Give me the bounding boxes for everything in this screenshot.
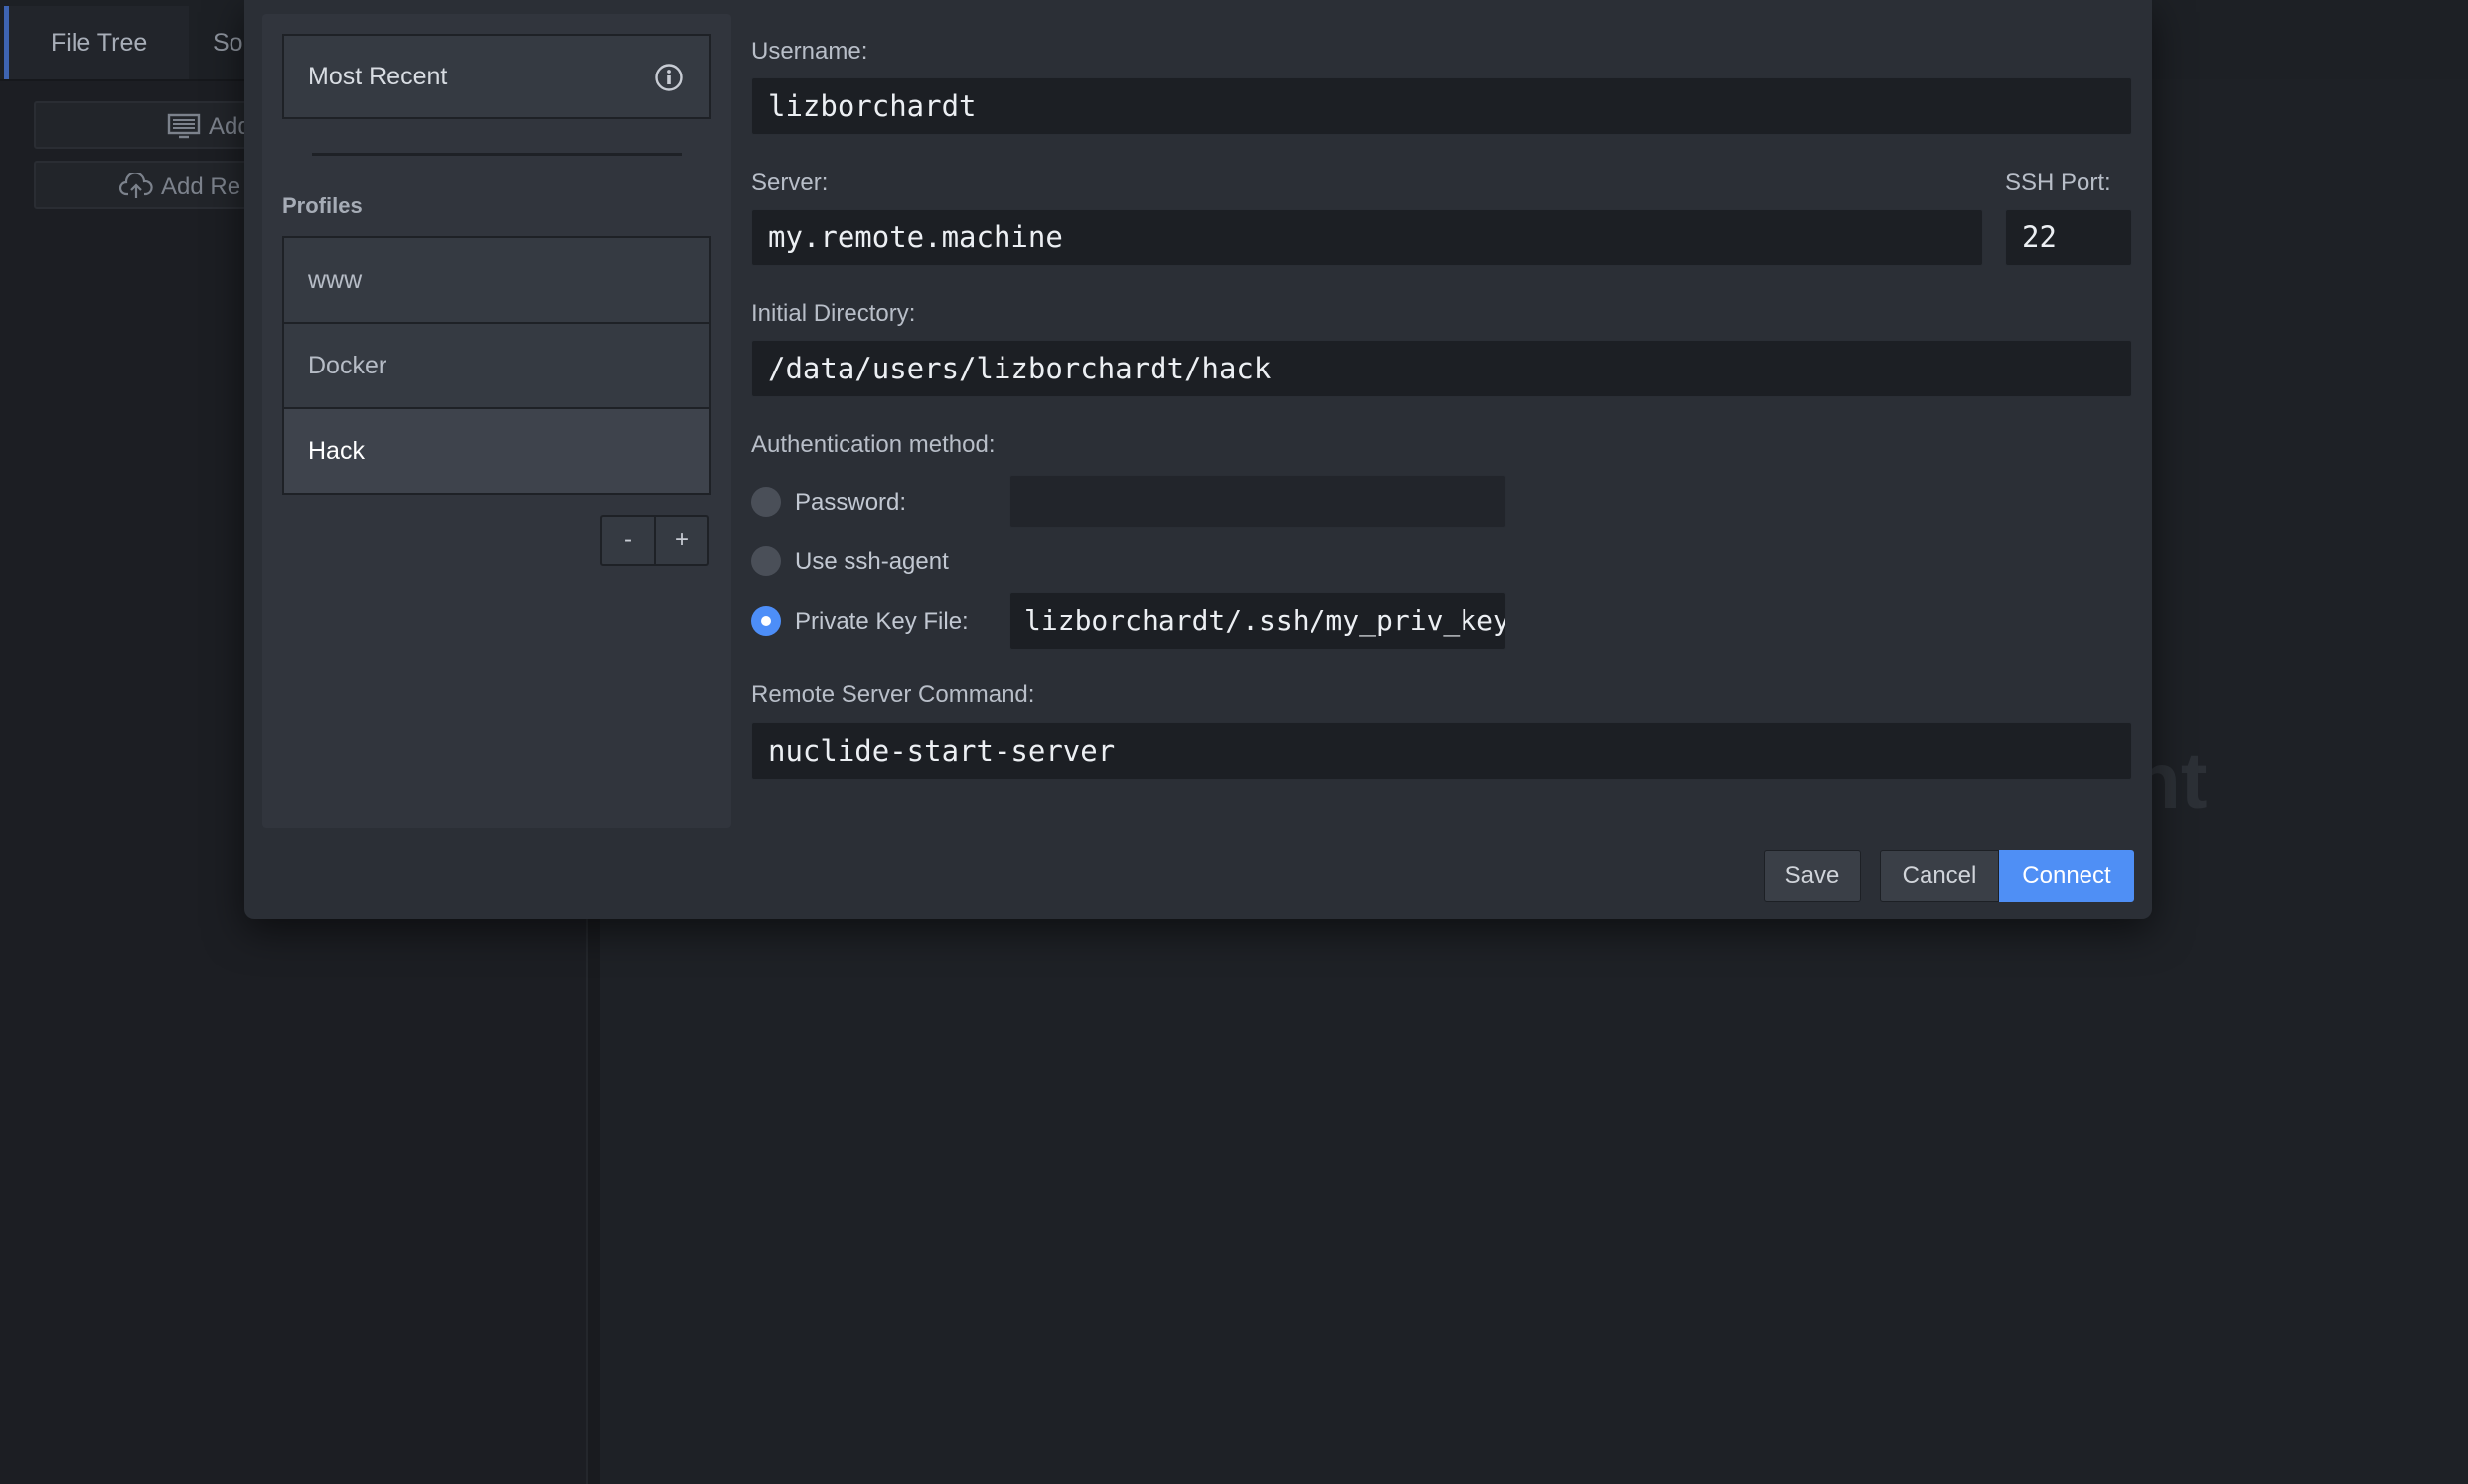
password-radio[interactable]: [751, 487, 781, 517]
auth-method-label: Authentication method:: [751, 431, 996, 458]
remote-server-command-label: Remote Server Command:: [751, 681, 1035, 708]
server-label: Server:: [751, 169, 829, 196]
username-label: Username:: [751, 38, 868, 65]
password-radio-label: Password:: [795, 489, 907, 516]
most-recent-profile[interactable]: Most Recent: [282, 34, 711, 119]
username-input[interactable]: lizborchardt: [751, 77, 2132, 135]
add-remote-project-label: Add Re: [161, 173, 241, 200]
ssh-agent-radio-label: Use ssh-agent: [795, 548, 949, 575]
ssh-port-input[interactable]: 22: [2005, 209, 2132, 266]
info-icon[interactable]: [654, 63, 684, 92]
tab-file-tree[interactable]: File Tree: [4, 6, 189, 79]
initial-directory-input[interactable]: /data/users/lizborchardt/hack: [751, 340, 2132, 397]
connect-button[interactable]: Connect: [1999, 850, 2134, 902]
ssh-agent-radio[interactable]: [751, 546, 781, 576]
cancel-button[interactable]: Cancel: [1880, 850, 1999, 902]
profile-item-www[interactable]: www: [284, 238, 709, 324]
profile-item-hack[interactable]: Hack: [284, 409, 709, 493]
private-key-file-input[interactable]: lizborchardt/.ssh/my_priv_key: [1009, 592, 1506, 650]
initial-directory-label: Initial Directory:: [751, 300, 916, 327]
remove-profile-button[interactable]: -: [602, 517, 654, 564]
profiles-heading: Profiles: [282, 193, 363, 218]
most-recent-label: Most Recent: [308, 63, 448, 90]
remote-server-command-input[interactable]: nuclide-start-server: [751, 722, 2132, 780]
ssh-port-label: SSH Port:: [2005, 169, 2111, 196]
private-key-radio-label: Private Key File:: [795, 608, 969, 635]
monitor-icon: [167, 113, 201, 139]
remote-connection-dialog: Most Recent Profiles www Docker Hack - +…: [244, 0, 2152, 919]
profiles-panel: Most Recent Profiles www Docker Hack - +: [262, 14, 731, 828]
profile-list: www Docker Hack: [282, 236, 711, 495]
cloud-upload-icon: [119, 173, 153, 198]
profile-item-docker[interactable]: Docker: [284, 324, 709, 409]
profile-add-remove-group: - +: [600, 515, 709, 566]
panel-separator: [312, 153, 682, 156]
add-profile-button[interactable]: +: [654, 517, 707, 564]
save-button[interactable]: Save: [1764, 850, 1861, 902]
password-input[interactable]: [1009, 475, 1506, 528]
server-input[interactable]: my.remote.machine: [751, 209, 1983, 266]
private-key-radio[interactable]: [751, 606, 781, 636]
